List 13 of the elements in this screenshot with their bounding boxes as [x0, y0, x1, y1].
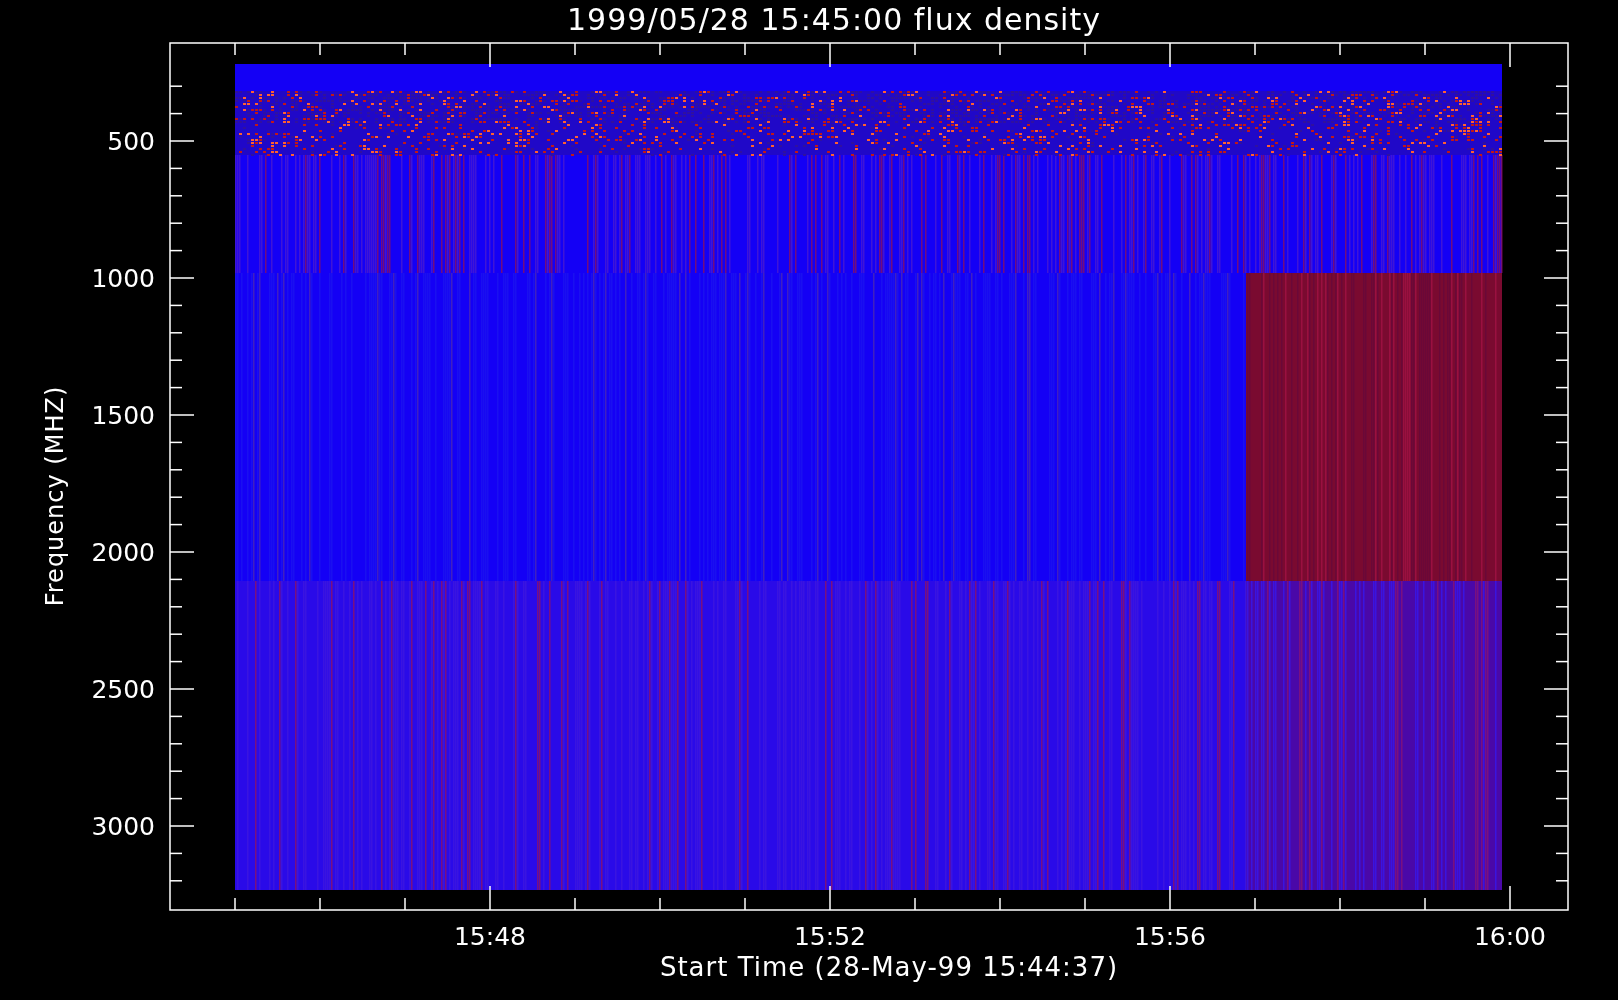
axis-title: Frequency (MHZ) — [41, 385, 69, 607]
tick-label: 15:56 — [1134, 922, 1206, 950]
tick-label: 15:48 — [454, 922, 526, 950]
tick-label: 500 — [107, 127, 155, 156]
tick-label: 1500 — [91, 401, 155, 430]
tick-label: 2000 — [91, 538, 155, 567]
tick-label: 3000 — [91, 812, 155, 841]
tick-label: 16:00 — [1474, 922, 1546, 950]
axis-title: Start Time (28-May-99 15:44:37) — [659, 952, 1119, 982]
tick-label: 2500 — [91, 675, 155, 704]
tick-label: 1000 — [91, 264, 155, 293]
chart-title: 1999/05/28 15:45:00 flux density — [567, 1, 1101, 39]
tick-label: 15:52 — [794, 922, 866, 950]
